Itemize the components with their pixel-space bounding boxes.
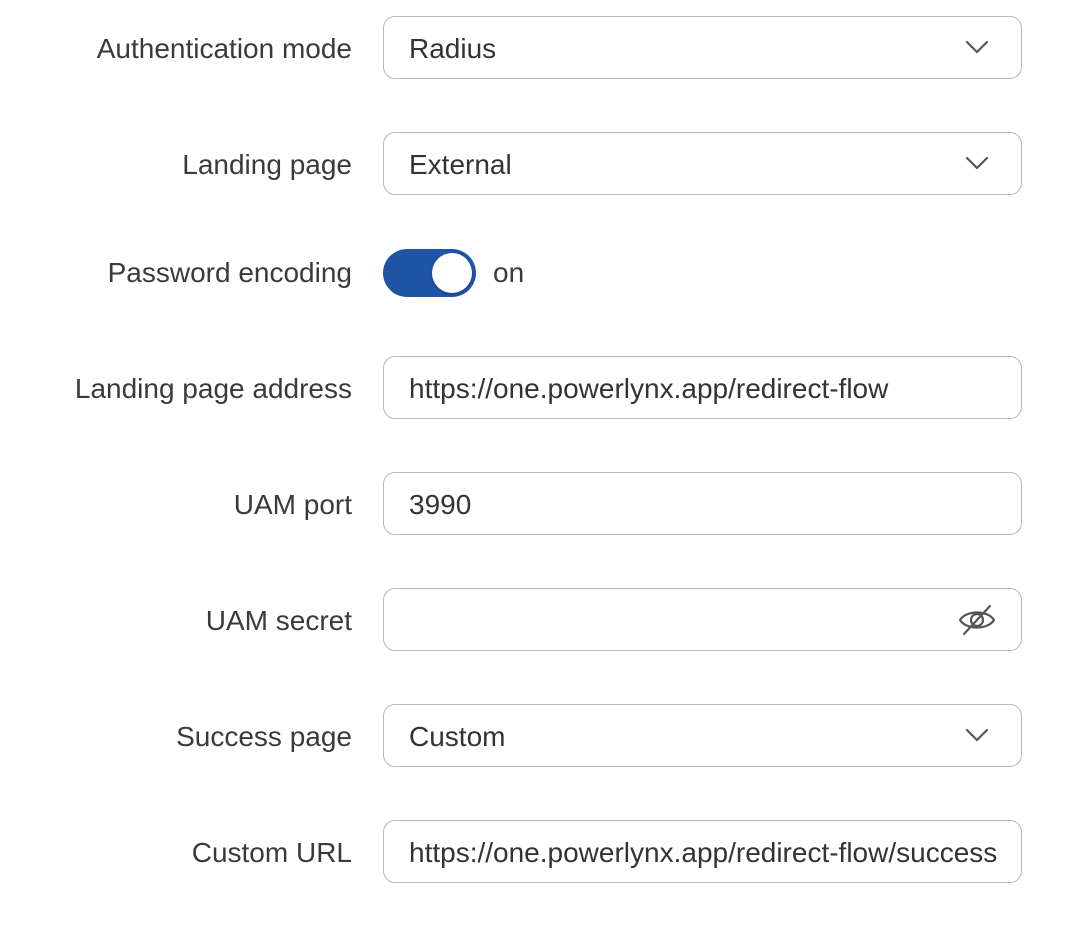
landing-page-row: Landing page External xyxy=(0,132,1086,198)
uam-secret-row: UAM secret xyxy=(0,588,1086,654)
custom-url-input[interactable]: https://one.powerlynx.app/redirect-flow/… xyxy=(383,820,1022,883)
custom-url-label: Custom URL xyxy=(191,837,352,868)
uam-secret-label: UAM secret xyxy=(205,605,352,636)
landing-page-address-value: https://one.powerlynx.app/redirect-flow xyxy=(409,373,889,404)
password-encoding-toggle[interactable] xyxy=(383,249,476,297)
uam-port-label: UAM port xyxy=(233,489,352,520)
chevron-down-icon xyxy=(965,156,989,170)
auth-mode-value: Radius xyxy=(409,33,497,64)
password-encoding-row: Password encoding on xyxy=(0,240,1086,306)
toggle-knob xyxy=(432,253,472,293)
custom-url-value: https://one.powerlynx.app/redirect-flow/… xyxy=(409,837,998,868)
auth-mode-select[interactable]: Radius xyxy=(383,16,1022,79)
password-encoding-label: Password encoding xyxy=(107,257,352,288)
password-encoding-state: on xyxy=(493,257,525,288)
uam-port-input[interactable]: 3990 xyxy=(383,472,1022,535)
uam-port-value: 3990 xyxy=(409,489,472,520)
success-page-row: Success page Custom xyxy=(0,704,1086,770)
auth-mode-label: Authentication mode xyxy=(96,33,352,64)
eye-off-icon[interactable] xyxy=(957,603,997,637)
landing-page-value: External xyxy=(409,149,512,180)
uam-secret-input[interactable] xyxy=(383,588,1022,651)
landing-page-address-input[interactable]: https://one.powerlynx.app/redirect-flow xyxy=(383,356,1022,419)
success-page-value: Custom xyxy=(409,721,506,752)
auth-mode-row: Authentication mode Radius xyxy=(0,16,1086,82)
uam-port-row: UAM port 3990 xyxy=(0,472,1086,538)
chevron-down-icon xyxy=(965,728,989,742)
custom-url-row: Custom URL https://one.powerlynx.app/red… xyxy=(0,820,1086,886)
success-page-select[interactable]: Custom xyxy=(383,704,1022,767)
chevron-down-icon xyxy=(965,40,989,54)
success-page-label: Success page xyxy=(176,721,352,752)
uam-secret-value xyxy=(409,589,1009,650)
landing-page-select[interactable]: External xyxy=(383,132,1022,195)
landing-page-label: Landing page xyxy=(182,149,352,180)
landing-page-address-label: Landing page address xyxy=(74,373,352,404)
landing-page-address-row: Landing page address https://one.powerly… xyxy=(0,356,1086,422)
